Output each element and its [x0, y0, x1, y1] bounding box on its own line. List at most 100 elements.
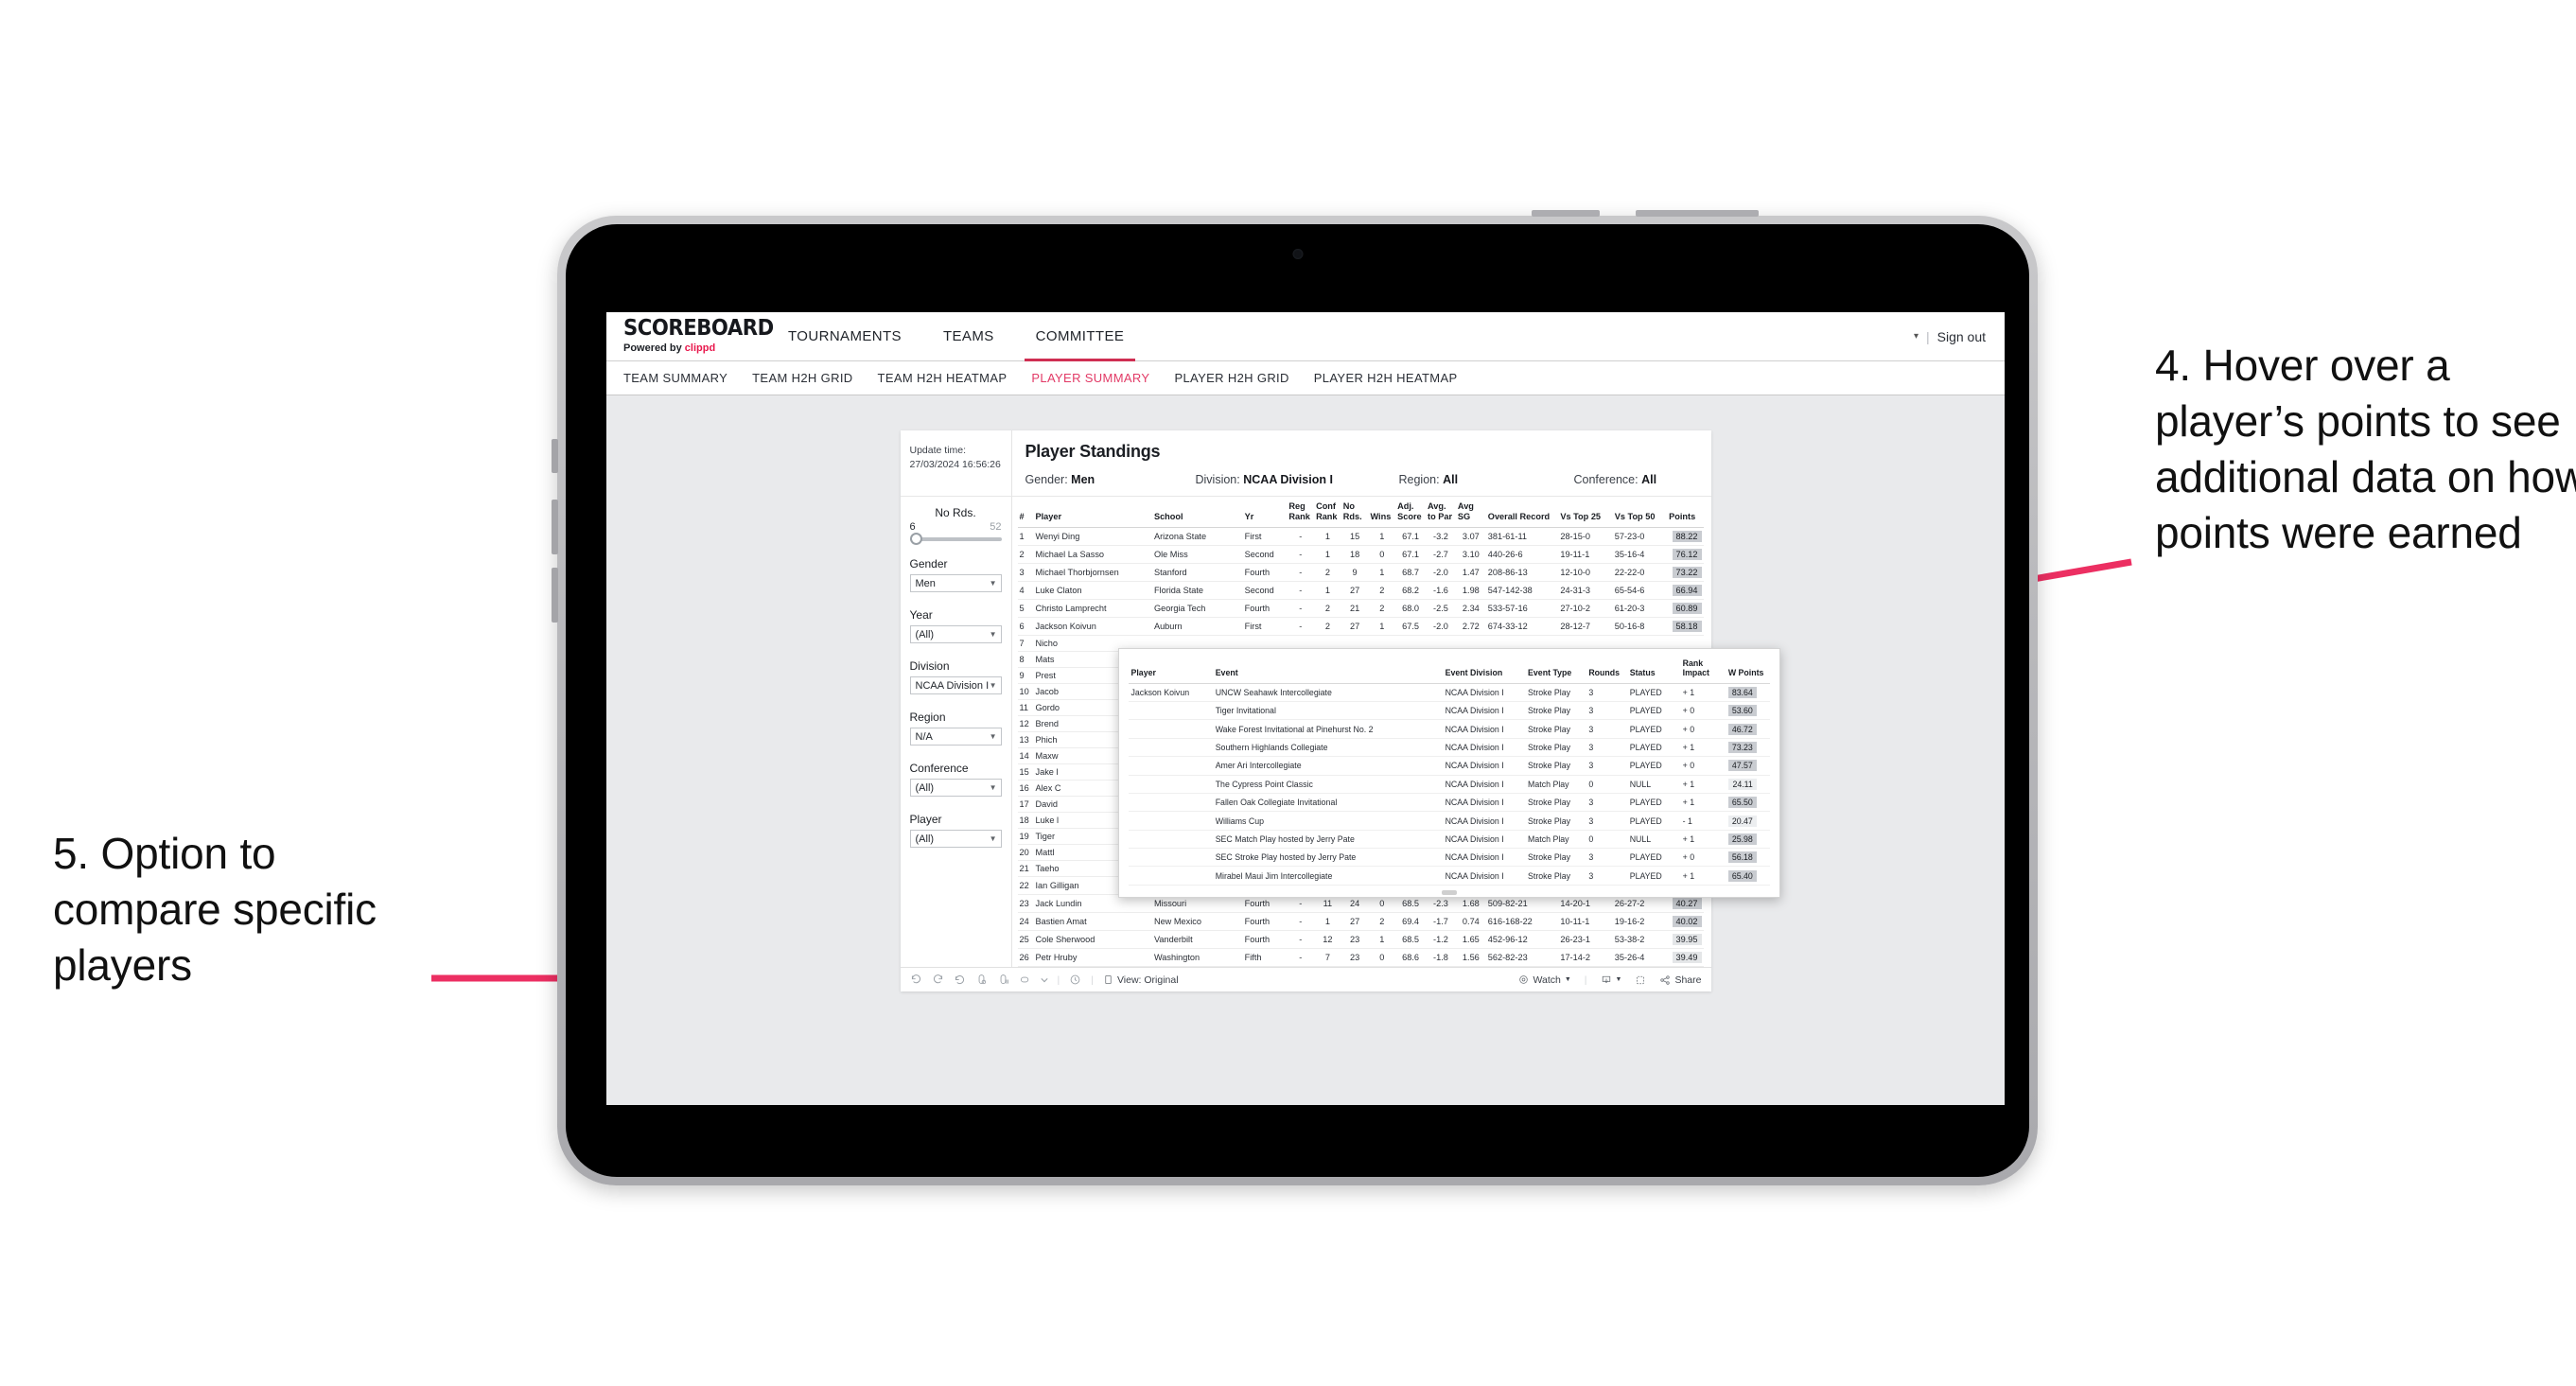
filter-player-select[interactable]: (All) ▼: [909, 830, 1002, 848]
col-adj-score[interactable]: Adj. Score: [1395, 497, 1427, 529]
cell-points[interactable]: 39.95: [1667, 930, 1704, 950]
primary-nav-list: TOURNAMENTS TEAMS COMMITTEE: [767, 312, 1146, 361]
col-avg-sg[interactable]: Avg SG: [1455, 497, 1486, 529]
cell-rank: 23: [1017, 894, 1034, 914]
table-row[interactable]: 2 Michael La Sasso Ole Miss Second -1 18 0 67.1…: [1017, 545, 1704, 565]
tab-player-h2h-grid[interactable]: PLAYER H2H GRID: [1174, 371, 1288, 385]
watch-button[interactable]: Watch ▼: [1518, 974, 1571, 986]
download-icon: [1602, 975, 1610, 983]
cell-avg-to-par: -3.2: [1426, 527, 1456, 547]
no-rounds-slider[interactable]: [909, 533, 1002, 545]
filter-value-gender: Men: [1071, 473, 1095, 486]
table-row[interactable]: 25 Cole Sherwood Vanderbilt Fourth -12 23 1 68.…: [1017, 930, 1704, 950]
redo-icon[interactable]: [932, 974, 944, 986]
points-chip[interactable]: 88.22: [1672, 531, 1702, 543]
cell-points[interactable]: 73.22: [1667, 563, 1704, 583]
filter-year-select[interactable]: (All) ▼: [909, 625, 1002, 643]
history-icon[interactable]: [1069, 974, 1081, 986]
table-header-row: # Player School Yr Reg Rank Conf Rank No…: [1017, 497, 1704, 529]
brand-logo[interactable]: SCOREBOARD Powered by clippd: [606, 312, 774, 360]
cell-yr: Second: [1242, 545, 1288, 565]
table-row[interactable]: 5 Christo Lamprecht Georgia Tech Fourth -2 21…: [1017, 599, 1704, 619]
cell-school: Arizona State: [1151, 527, 1243, 547]
col-conf-rank[interactable]: Conf Rank: [1314, 497, 1341, 529]
table-row[interactable]: 6 Jackson Koivun Auburn First -2 27 1 67.5 -2.0 2…: [1017, 617, 1704, 637]
cell-vs-top-25: 19-11-1: [1558, 545, 1613, 565]
points-chip[interactable]: 40.02: [1672, 916, 1702, 928]
tab-team-summary[interactable]: TEAM SUMMARY: [623, 371, 727, 385]
tooltip-cell-w-points: 65.40: [1725, 866, 1770, 886]
points-chip[interactable]: 66.94: [1672, 585, 1702, 597]
nav-item-tournaments[interactable]: TOURNAMENTS: [767, 312, 922, 361]
col-overall-record[interactable]: Overall Record: [1485, 497, 1559, 529]
filter-no-rounds[interactable]: No Rds. 6 52: [909, 506, 1002, 545]
col-avg-to-par[interactable]: Avg. to Par: [1426, 497, 1456, 529]
col-school[interactable]: School: [1151, 497, 1243, 529]
cell-points[interactable]: 58.18: [1667, 617, 1704, 637]
points-chip[interactable]: 76.12: [1672, 549, 1702, 561]
points-chip[interactable]: 40.27: [1672, 898, 1702, 910]
cell-points[interactable]: 88.22: [1667, 527, 1704, 547]
col-points[interactable]: Points: [1667, 497, 1704, 529]
filter-division-select[interactable]: NCAA Division I ▼: [909, 676, 1002, 694]
col-reg-rank[interactable]: Reg Rank: [1287, 497, 1315, 529]
tab-team-h2h-grid[interactable]: TEAM H2H GRID: [752, 371, 852, 385]
col-player[interactable]: Player: [1033, 497, 1152, 529]
col-wins[interactable]: Wins: [1368, 497, 1396, 529]
filter-region-select[interactable]: N/A ▼: [909, 728, 1002, 746]
tt-col-player: Player: [1128, 657, 1213, 684]
nav-item-teams[interactable]: TEAMS: [922, 312, 1015, 361]
filter-year-value: (All): [915, 628, 935, 640]
chevron-down-icon[interactable]: [1040, 976, 1048, 984]
table-row[interactable]: 3 Michael Thorbjornsen Stanford Fourth -2 9 1 6…: [1017, 563, 1704, 583]
undo-icon[interactable]: [910, 974, 922, 986]
points-chip[interactable]: 58.18: [1672, 621, 1702, 633]
cell-reg-rank: -: [1287, 581, 1315, 601]
cell-points[interactable]: 40.02: [1667, 912, 1704, 932]
device-left-button-1: [552, 439, 558, 473]
revert-icon[interactable]: [954, 974, 966, 986]
share-button[interactable]: Share: [1659, 974, 1702, 986]
points-chip[interactable]: 39.95: [1672, 934, 1702, 946]
cell-rank: 21: [1017, 860, 1034, 878]
tab-player-summary[interactable]: PLAYER SUMMARY: [1031, 371, 1149, 385]
chevron-down-icon[interactable]: ▾: [1914, 331, 1919, 342]
table-row[interactable]: 1 Wenyi Ding Arizona State First -1 15 1 67.1 -3…: [1017, 527, 1704, 547]
table-row[interactable]: 24 Bastien Amat New Mexico Fourth -1 27 2 69.4-…: [1017, 912, 1704, 932]
tab-team-h2h-heatmap[interactable]: TEAM H2H HEATMAP: [878, 371, 1008, 385]
col-vs-top-25[interactable]: Vs Top 25: [1558, 497, 1613, 529]
refresh-data-icon[interactable]: [975, 974, 988, 986]
tooltip-cell-status: PLAYED: [1626, 719, 1680, 739]
tooltip-cell-event-type: Match Play: [1525, 830, 1586, 850]
cell-points[interactable]: 76.12: [1667, 545, 1704, 565]
cell-points[interactable]: 39.49: [1667, 948, 1704, 968]
nav-item-committee[interactable]: COMMITTEE: [1015, 312, 1146, 361]
col-yr[interactable]: Yr: [1242, 497, 1288, 529]
cell-points[interactable]: 66.94: [1667, 581, 1704, 601]
highlight-icon[interactable]: [1019, 974, 1031, 986]
tooltip-cell-w-points: 46.72: [1725, 719, 1770, 739]
download-button[interactable]: ▼: [1601, 974, 1621, 986]
tab-player-h2h-heatmap[interactable]: PLAYER H2H HEATMAP: [1314, 371, 1458, 385]
points-chip[interactable]: 60.89: [1672, 603, 1702, 615]
filter-gender-select[interactable]: Men ▼: [909, 574, 1002, 592]
cell-rank: 15: [1017, 763, 1034, 781]
no-rounds-slider-handle[interactable]: [909, 533, 922, 545]
table-row[interactable]: 4 Luke Claton Florida State Second -1 27 2 68.2…: [1017, 581, 1704, 601]
cell-no-rds: 15: [1341, 527, 1369, 547]
cell-points[interactable]: 60.89: [1667, 599, 1704, 619]
cell-reg-rank: -: [1287, 545, 1315, 565]
fullscreen-button[interactable]: [1635, 974, 1646, 986]
points-chip[interactable]: 73.22: [1672, 567, 1702, 579]
filter-conference-value: (All): [915, 781, 935, 794]
filter-conference-select[interactable]: (All) ▼: [909, 779, 1002, 797]
col-rank[interactable]: #: [1017, 497, 1034, 529]
points-chip[interactable]: 39.49: [1672, 952, 1702, 964]
tooltip-scroll-handle[interactable]: [1441, 889, 1457, 895]
view-original-button[interactable]: View: Original: [1103, 974, 1179, 986]
col-vs-top-50[interactable]: Vs Top 50: [1612, 497, 1668, 529]
sign-out-link[interactable]: Sign out: [1937, 329, 1986, 344]
table-row[interactable]: 26 Petr Hruby Washington Fifth -7 23 0 68.6 -1.8…: [1017, 948, 1704, 968]
col-no-rds[interactable]: No Rds.: [1341, 497, 1369, 529]
pause-auto-update-icon[interactable]: [997, 974, 1009, 986]
